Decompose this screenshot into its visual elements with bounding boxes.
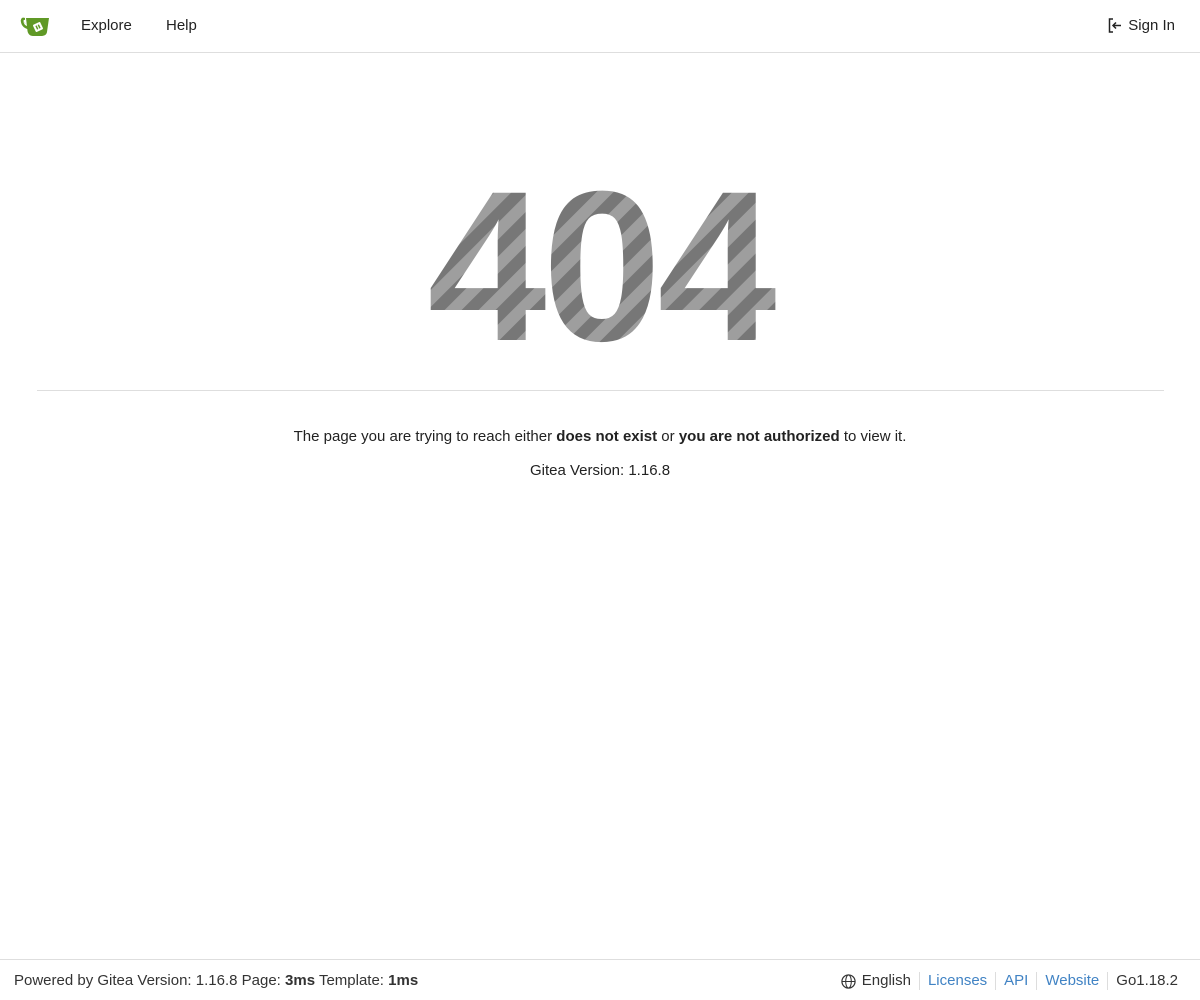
- sign-in-label: Sign In: [1128, 17, 1175, 34]
- gitea-version: Gitea Version: 1.16.8: [529, 462, 671, 479]
- footer-powered-by: Powered by Gitea Version: 1.16.8 Page: 3…: [14, 972, 418, 989]
- go-version: Go1.18.2: [1107, 972, 1186, 990]
- template-label: Template:: [315, 972, 389, 989]
- message-pre: The page you are trying to reach either: [293, 428, 557, 445]
- footer-links: English Licenses API Website Go1.18.2: [833, 972, 1186, 990]
- template-time: 1ms: [388, 972, 419, 989]
- powered-text: Powered by Gitea Version: 1.16.8 Page:: [14, 972, 286, 989]
- message-mid: or: [657, 428, 679, 445]
- message-post: to view it.: [839, 428, 907, 445]
- footer: Powered by Gitea Version: 1.16.8 Page: 3…: [0, 959, 1200, 1000]
- error-code: 404: [427, 168, 775, 358]
- message-bold-not-authorized: you are not authorized: [678, 428, 840, 445]
- page-time: 3ms: [285, 972, 316, 989]
- api-link[interactable]: API: [995, 972, 1036, 990]
- gitea-logo-icon[interactable]: [20, 14, 50, 38]
- error-code-graphic: 404: [400, 147, 800, 386]
- language-selector[interactable]: English: [833, 972, 919, 990]
- licenses-link[interactable]: Licenses: [918, 972, 995, 990]
- sign-in-link[interactable]: Sign In: [1108, 17, 1175, 34]
- nav-explore-link[interactable]: Explore: [81, 17, 132, 34]
- top-navbar: Explore Help Sign In: [0, 0, 1200, 53]
- divider: [37, 390, 1164, 391]
- error-message: The page you are trying to reach either …: [0, 428, 1200, 445]
- globe-icon: [841, 973, 856, 989]
- website-link[interactable]: Website: [1036, 972, 1107, 990]
- nav-help-link[interactable]: Help: [166, 17, 197, 34]
- language-label: English: [861, 972, 911, 989]
- message-bold-not-exist: does not exist: [556, 428, 658, 445]
- sign-in-icon: [1108, 18, 1122, 33]
